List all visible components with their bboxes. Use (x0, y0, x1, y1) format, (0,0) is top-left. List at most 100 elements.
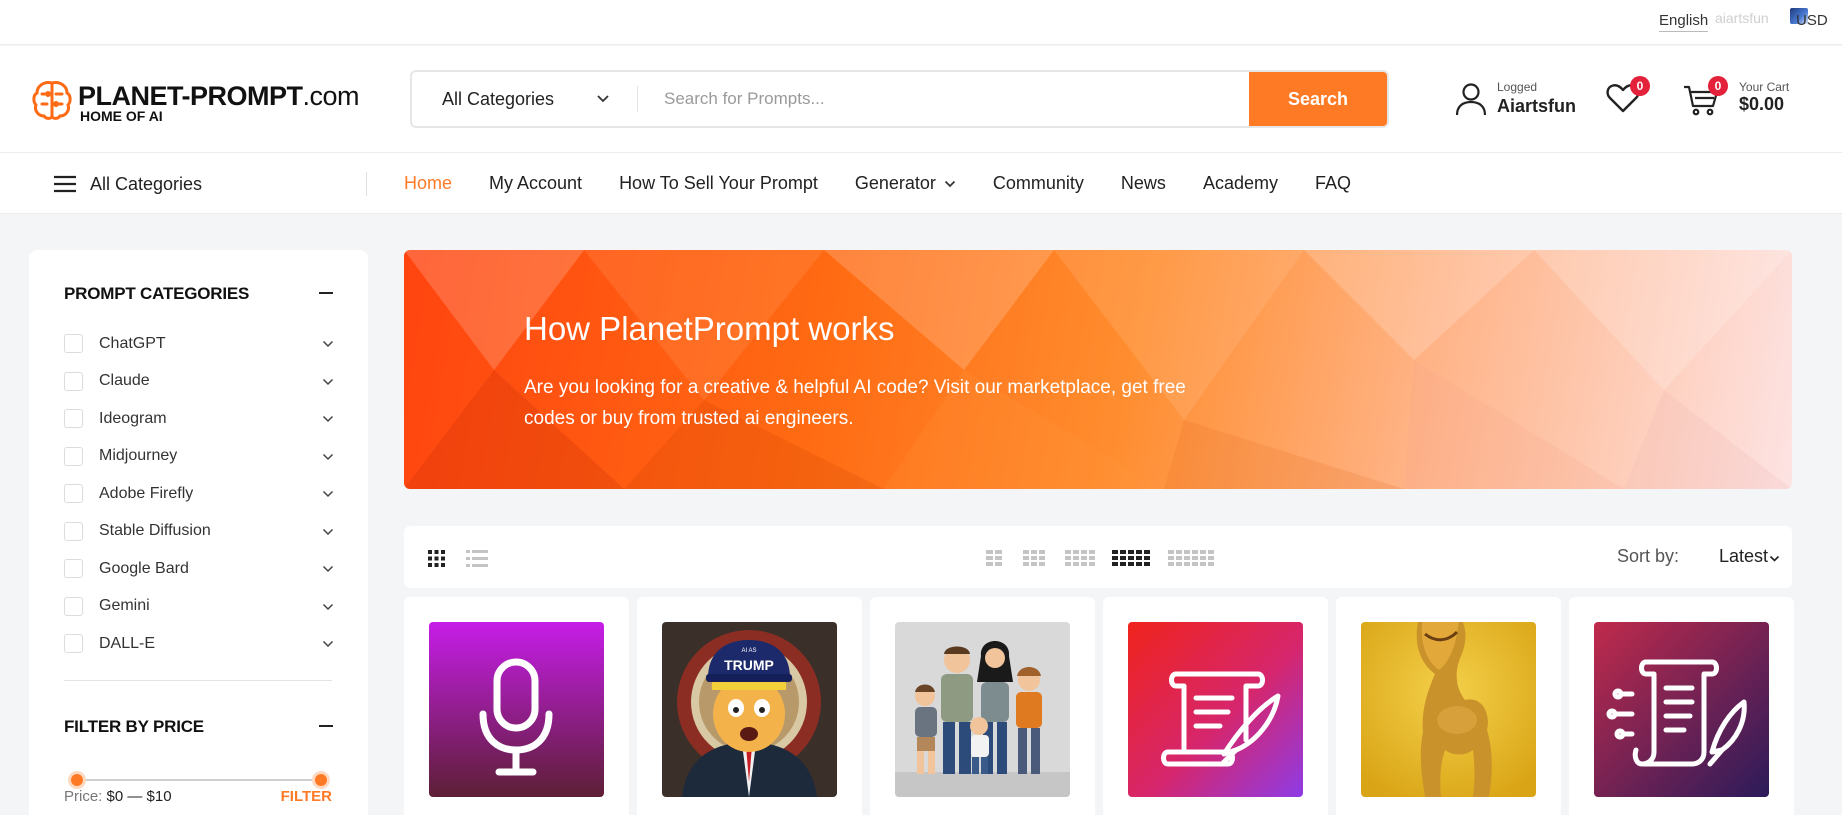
category-item[interactable]: ChatGPT (64, 325, 334, 363)
search-button[interactable]: Search (1249, 72, 1387, 126)
slider-max-handle[interactable] (312, 771, 330, 789)
cart-count-badge: 0 (1708, 76, 1728, 96)
nav-news[interactable]: News (1121, 173, 1166, 194)
category-label: Google Bard (99, 559, 189, 577)
chevron-down-icon[interactable] (322, 563, 334, 575)
product-thumbnail[interactable] (1594, 622, 1769, 797)
product-thumbnail[interactable]: TRUMP AI AS (662, 622, 837, 797)
collapse-price-icon[interactable] (319, 725, 333, 727)
checkbox[interactable] (64, 521, 83, 541)
product-card[interactable] (870, 597, 1095, 815)
chevron-down-icon[interactable] (322, 488, 334, 500)
slider-track (74, 779, 324, 781)
product-thumbnail[interactable] (895, 622, 1070, 797)
category-item[interactable]: Ideogram (64, 400, 334, 438)
currency-selector[interactable]: USD (1796, 12, 1828, 29)
chevron-down-icon[interactable] (1769, 553, 1780, 564)
nav-academy[interactable]: Academy (1203, 173, 1278, 194)
five-column-icon[interactable] (1112, 550, 1150, 566)
two-column-icon[interactable] (986, 550, 1002, 566)
nav-generator-label: Generator (854, 173, 936, 193)
slider-min-handle[interactable] (68, 771, 86, 789)
site-header: PLANET-PROMPT.com HOME OF AI All Categor… (0, 46, 1842, 153)
category-item[interactable]: Claude (64, 363, 334, 401)
logo-tagline: HOME OF AI (80, 108, 163, 124)
category-list: ChatGPT Claude Ideogram Midjourney Adobe… (64, 325, 334, 663)
product-toolbar: Sort by: Latest (404, 526, 1792, 588)
price-label: Price: (64, 788, 103, 805)
main-nav: All Categories Home My Account How To Se… (0, 153, 1842, 214)
product-card[interactable] (1336, 597, 1561, 815)
checkbox[interactable] (64, 446, 83, 466)
chevron-down-icon[interactable] (322, 638, 334, 650)
cart-label: Your Cart (1739, 80, 1790, 94)
site-logo[interactable]: PLANET-PROMPT.com HOME OF AI (30, 78, 360, 126)
list-view-icon[interactable] (466, 550, 488, 567)
search-input[interactable] (652, 72, 1152, 126)
nav-how-to-sell[interactable]: How To Sell Your Prompt (619, 173, 818, 194)
filter-button[interactable]: FILTER (281, 788, 332, 805)
chevron-down-icon[interactable] (322, 413, 334, 425)
category-item[interactable]: Adobe Firefly (64, 475, 334, 513)
three-column-icon[interactable] (1023, 550, 1045, 566)
chevron-down-icon[interactable] (322, 601, 334, 613)
ai-document-icon (1594, 622, 1769, 797)
grid-view-icon[interactable] (428, 550, 445, 567)
six-column-icon[interactable] (1168, 550, 1214, 566)
checkbox[interactable] (64, 409, 83, 429)
checkbox[interactable] (64, 596, 83, 616)
all-categories-menu[interactable]: All Categories (54, 171, 202, 197)
category-item[interactable]: Gemini (64, 588, 334, 626)
wishlist-count-badge: 0 (1630, 76, 1650, 96)
nav-home[interactable]: Home (404, 173, 452, 194)
product-card[interactable] (404, 597, 629, 815)
cart-total: $0.00 (1739, 94, 1785, 114)
chevron-down-icon[interactable] (322, 526, 334, 538)
nav-generator[interactable]: Generator (855, 173, 956, 194)
checkbox[interactable] (64, 559, 83, 579)
chevron-down-icon[interactable] (322, 451, 334, 463)
nav-community[interactable]: Community (993, 173, 1084, 194)
checkbox[interactable] (64, 334, 83, 354)
product-card[interactable] (1103, 597, 1328, 815)
product-thumbnail[interactable] (429, 622, 604, 797)
category-label: Gemini (99, 597, 150, 615)
top-bar: English aiartsfun USD (0, 0, 1842, 45)
cap-text: TRUMP (724, 657, 774, 673)
how-it-works-banner: How PlanetPrompt works Are you looking f… (404, 250, 1792, 489)
account-link[interactable]: Logged Aiartsfun (1455, 78, 1585, 122)
chevron-down-icon (597, 95, 609, 103)
product-thumbnail[interactable] (1128, 622, 1303, 797)
collapse-categories-icon[interactable] (319, 292, 333, 294)
checkbox[interactable] (64, 371, 83, 391)
product-card[interactable] (1569, 597, 1794, 815)
category-item[interactable]: Stable Diffusion (64, 513, 334, 551)
wishlist-button[interactable]: 0 (1606, 76, 1654, 124)
checkbox[interactable] (64, 484, 83, 504)
nav-my-account[interactable]: My Account (489, 173, 582, 194)
cart-button[interactable]: 0 Your Cart $0.00 (1683, 76, 1833, 124)
price-filter-heading: FILTER BY PRICE (64, 717, 204, 736)
category-item[interactable]: Midjourney (64, 438, 334, 476)
price-range-slider[interactable] (68, 770, 330, 790)
product-card[interactable]: TRUMP AI AS (637, 597, 862, 815)
trump-cartoon-image: TRUMP AI AS (662, 622, 837, 797)
brain-logo-icon (32, 81, 72, 120)
product-thumbnail[interactable] (1361, 622, 1536, 797)
chevron-down-icon[interactable] (322, 338, 334, 350)
search-bar: All Categories Search (410, 70, 1389, 128)
nav-faq[interactable]: FAQ (1315, 173, 1351, 194)
four-column-icon[interactable] (1065, 550, 1095, 566)
account-username: Aiartsfun (1497, 96, 1577, 116)
category-item[interactable]: DALL-E (64, 625, 334, 663)
price-readout: Price: $0 — $10 FILTER (64, 788, 332, 810)
language-selector[interactable]: English (1659, 12, 1709, 32)
search-category-dropdown[interactable]: All Categories (412, 72, 637, 126)
sort-dropdown[interactable]: Latest (1719, 546, 1768, 567)
checkbox[interactable] (64, 634, 83, 654)
search-divider (637, 86, 638, 112)
category-label: Ideogram (99, 409, 167, 427)
chevron-down-icon[interactable] (322, 376, 334, 388)
category-item[interactable]: Google Bard (64, 550, 334, 588)
nav-divider (366, 172, 367, 196)
